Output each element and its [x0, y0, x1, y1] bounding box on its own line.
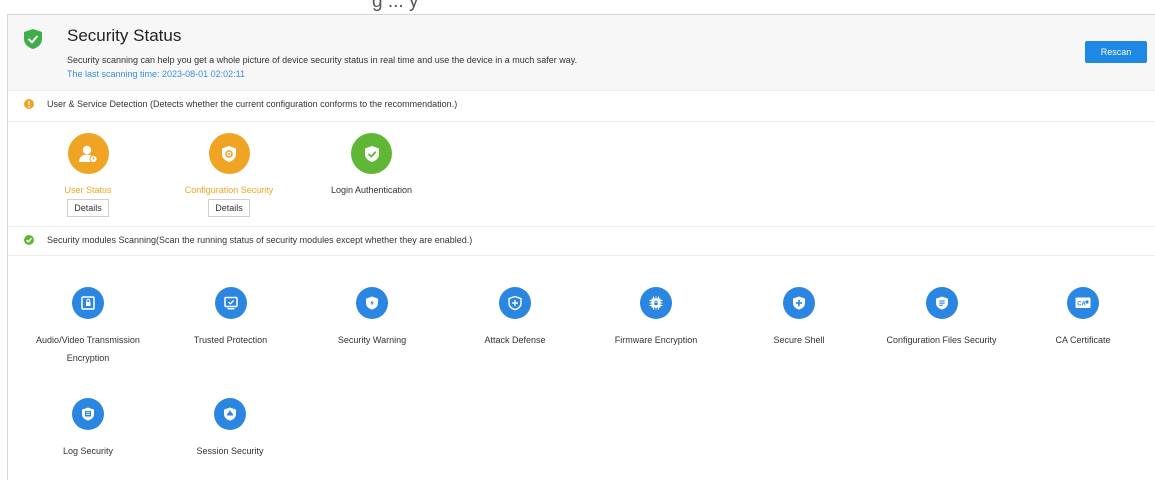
ca-certificate-item[interactable]: CA CA Certificate [1038, 287, 1128, 349]
gear-shield-icon [208, 133, 250, 174]
divider [8, 226, 1155, 227]
module-label: Security Warning [337, 335, 407, 345]
user-service-heading-text: User & Service Detection (Detects whethe… [47, 99, 458, 109]
shield-plus-icon [499, 287, 531, 319]
attack-defense-item[interactable]: Attack Defense [460, 287, 570, 349]
configuration-security-details-button[interactable]: Details [208, 199, 250, 217]
shield-cross-icon [783, 287, 815, 319]
login-authentication-label[interactable]: Login Authentication [319, 185, 424, 195]
user-status-label[interactable]: User Status [48, 185, 128, 195]
log-security-item[interactable]: Log Security [38, 398, 138, 460]
configuration-security-label[interactable]: Configuration Security [170, 185, 288, 195]
encrypted-video-icon [72, 287, 104, 319]
secure-shell-item[interactable]: Secure Shell [744, 287, 854, 349]
module-label-line2: Encryption [66, 353, 110, 363]
chip-lock-icon [640, 287, 672, 319]
file-shield-icon [925, 287, 958, 319]
divider [8, 121, 1155, 122]
check-circle-icon [24, 235, 34, 245]
shield-check-icon [24, 29, 42, 49]
firmware-encryption-item[interactable]: Firmware Encryption [601, 287, 711, 349]
page-title: Security Status [67, 26, 182, 45]
security-status-panel: Security Status Security scanning can he… [7, 14, 1155, 480]
session-security-item[interactable]: Session Security [180, 398, 280, 460]
last-scan-time: The last scanning time: 2023-08-01 02:02… [67, 69, 245, 79]
module-label: Trusted Protection [193, 335, 268, 345]
status-header: Security Status Security scanning can he… [8, 15, 1155, 90]
module-label: Session Security [196, 446, 264, 456]
login-authentication-item: Login Authentication [319, 133, 424, 195]
module-label: Log Security [62, 446, 114, 456]
monitor-check-icon [214, 287, 247, 319]
module-label: Firmware Encryption [614, 335, 698, 345]
user-status-details-button[interactable]: Details [67, 199, 109, 217]
audio-video-encryption-item[interactable]: Audio/Video Transmission Encryption [20, 287, 156, 367]
cropped-heading-text: g ... y [372, 0, 419, 12]
shield-check-icon [351, 133, 392, 174]
module-label: Configuration Files Security [886, 335, 997, 345]
module-label: Secure Shell [773, 335, 825, 345]
shield-bolt-icon [356, 287, 388, 319]
divider [8, 90, 1155, 91]
modules-heading: Security modules Scanning(Scan the runni… [24, 235, 472, 245]
configuration-security-item: Configuration Security Details [170, 133, 288, 217]
configuration-files-security-item[interactable]: Configuration Files Security [874, 287, 1009, 349]
warning-icon [24, 99, 34, 109]
session-shield-icon [214, 398, 246, 430]
svg-text:CA: CA [1077, 302, 1086, 308]
header-description: Security scanning can help you get a who… [67, 55, 578, 65]
certificate-icon: CA [1067, 287, 1099, 319]
log-shield-icon [72, 398, 104, 430]
security-warning-item[interactable]: Security Warning [317, 287, 427, 349]
divider [8, 255, 1155, 256]
module-label: CA Certificate [1055, 335, 1111, 345]
cropped-top-strip: g ... y [0, 0, 1155, 14]
user-status-item: User Status Details [48, 133, 128, 217]
rescan-button[interactable]: Rescan [1085, 41, 1147, 63]
modules-heading-text: Security modules Scanning(Scan the runni… [47, 235, 473, 245]
module-label: Audio/Video Transmission [36, 335, 140, 345]
user-lock-icon [67, 133, 109, 174]
trusted-protection-item[interactable]: Trusted Protection [173, 287, 288, 349]
module-label: Attack Defense [484, 335, 546, 345]
user-service-heading: User & Service Detection (Detects whethe… [24, 99, 457, 109]
